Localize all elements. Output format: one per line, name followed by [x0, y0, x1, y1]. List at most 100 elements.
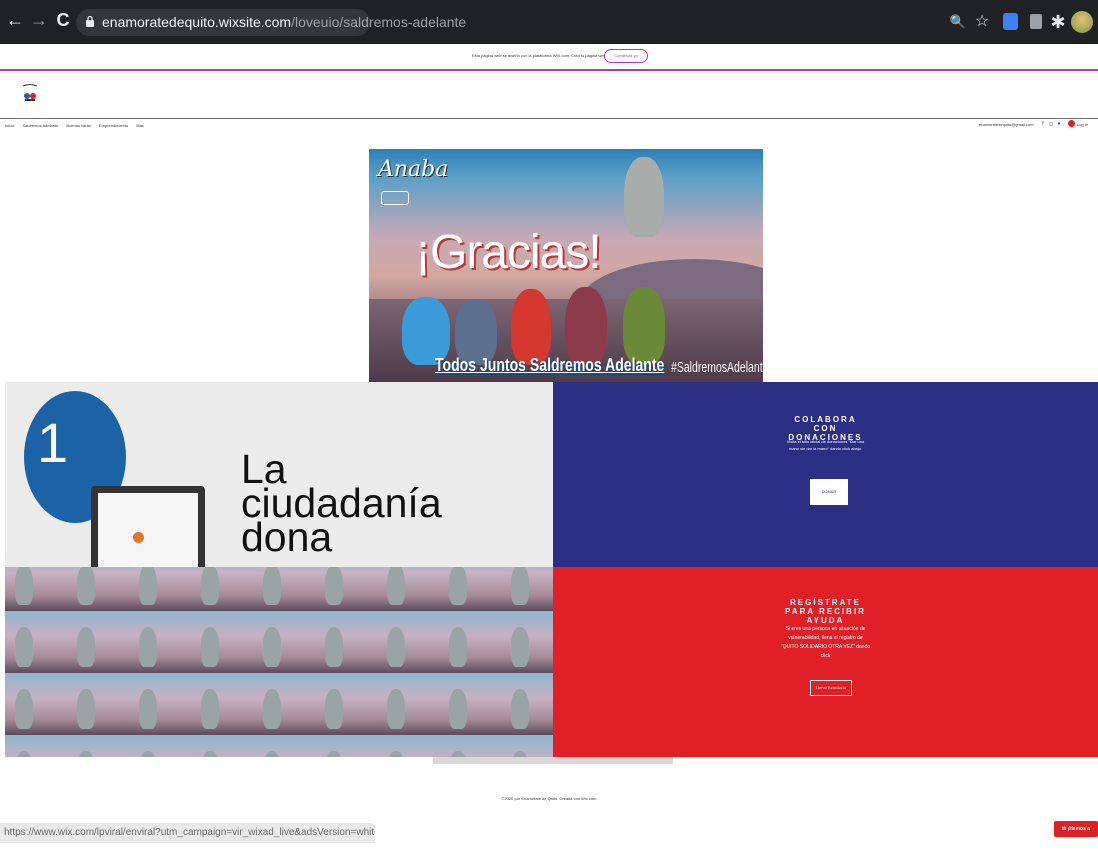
virgin-figure-icon — [201, 751, 219, 757]
virgin-figure-icon — [387, 627, 405, 667]
wix-banner-text: Esta página web se diseñó con la platafo… — [472, 53, 615, 58]
back-icon[interactable]: ← — [4, 9, 26, 31]
virgin-figure-icon — [15, 567, 33, 605]
site-footer: ©2020 por Enamórate de Quito. Creada con… — [501, 796, 597, 801]
pattern-tile — [367, 735, 429, 757]
virgin-mascot-figure — [624, 157, 664, 237]
menu-item-emprendimiento[interactable]: Emprendimiento — [99, 123, 128, 128]
pattern-tile — [181, 611, 243, 673]
virgin-figure-icon — [263, 567, 281, 605]
virgin-figure-icon — [325, 689, 343, 729]
virgin-figure-icon — [77, 751, 95, 757]
virgin-figure-icon — [15, 627, 33, 667]
virgin-figure-icon — [511, 689, 529, 729]
twitter-icon[interactable]: ♦ — [1056, 121, 1062, 127]
hero-slogan: Todos Juntos Saldremos Adelante — [435, 355, 665, 375]
virgin-figure-icon — [263, 689, 281, 729]
pattern-tile — [367, 567, 429, 611]
pattern-tile — [119, 567, 181, 611]
wix-start-button[interactable]: Comienza ya — [604, 49, 648, 63]
url-path: /loveuio/saldremos-adelante — [291, 14, 467, 30]
lock-icon — [86, 16, 94, 27]
browser-toolbar: ← → C enamoratedequito.wixsite.com/loveu… — [0, 0, 1098, 44]
chat-button[interactable]: ✉ ¡Hemos a chatear! — [1054, 821, 1098, 848]
url-domain: enamoratedequito.wixsite.com — [102, 14, 292, 30]
register-title: REGÍSTRATE PARA RECIBIR AYUDA — [785, 598, 866, 625]
pattern-tile — [181, 673, 243, 735]
virgin-figure-icon — [201, 627, 219, 667]
pattern-tile — [305, 735, 367, 757]
status-bar-url: https://www.wix.com/lpviral/enviral?utm_… — [0, 823, 375, 843]
mascot-military — [623, 287, 665, 365]
virgin-figure-icon — [77, 627, 95, 667]
main-menu: Inicio Saldremos Adelante Buenas Ideas E… — [5, 123, 151, 128]
pattern-tile — [57, 673, 119, 735]
virgin-figure-icon — [139, 689, 157, 729]
pattern-tile — [429, 567, 491, 611]
chat-label: ¡Hemos a chatear! — [1066, 826, 1091, 848]
pattern-tile — [57, 567, 119, 611]
instagram-icon[interactable]: ◻ — [1048, 121, 1054, 127]
virgin-figure-icon — [449, 627, 467, 667]
virgin-figure-icon — [511, 567, 529, 605]
pattern-tile — [119, 735, 181, 757]
virgin-figure-icon — [325, 627, 343, 667]
horizontal-scrollbar[interactable] — [433, 757, 673, 764]
virgin-figure-icon — [139, 627, 157, 667]
hero-banner: Anaba ¡Gracias! Todos Juntos Saldremos A… — [369, 149, 763, 382]
menu-item-mas[interactable]: Más — [136, 123, 144, 128]
forward-icon[interactable]: → — [28, 9, 50, 31]
extension-grey-icon[interactable] — [1030, 14, 1042, 29]
bookmark-star-icon[interactable]: ☆ — [972, 12, 992, 32]
pattern-tile — [305, 611, 367, 673]
hero-hashtag: #SaldremosAdelante — [671, 359, 763, 376]
address-bar[interactable]: enamoratedequito.wixsite.com/loveuio/sal… — [76, 9, 466, 36]
menu-item-saldremos-adelante[interactable]: Saldremos Adelante — [22, 123, 58, 128]
pattern-tile — [491, 735, 553, 757]
virgin-figure-icon — [325, 567, 343, 605]
menu-item-inicio[interactable]: Inicio — [5, 123, 14, 128]
pattern-tile — [429, 673, 491, 735]
mascot-firefighter — [511, 289, 551, 365]
citizens-donate-block: 1 La ciudadanía dona — [5, 382, 553, 567]
pattern-tile — [305, 673, 367, 735]
zoom-icon[interactable]: 🔍 — [948, 12, 968, 32]
pattern-tile — [5, 611, 57, 673]
step-number: 1 — [37, 411, 69, 474]
header-email[interactable]: enamoratedequito@gmail.com — [979, 122, 1034, 127]
citizens-donate-text: La ciudadanía dona — [241, 446, 442, 560]
user-dot-icon — [133, 532, 144, 543]
virgin-figure-icon — [201, 567, 219, 605]
menu-item-buenas-ideas[interactable]: Buenas Ideas — [66, 123, 90, 128]
pattern-tile — [243, 611, 305, 673]
virgin-figure-icon — [325, 751, 343, 757]
virgin-figure-icon — [139, 567, 157, 605]
facebook-icon[interactable]: f — [1040, 121, 1046, 127]
user-avatar-icon[interactable] — [1068, 120, 1075, 127]
pattern-tile — [57, 735, 119, 757]
register-description: Si eres una persona en situación de vuln… — [780, 626, 871, 659]
profile-avatar[interactable] — [1071, 11, 1093, 33]
virgin-figure-icon — [201, 689, 219, 729]
register-form-button[interactable]: Llenar formulario — [810, 680, 852, 696]
virgin-figure-icon — [77, 567, 95, 605]
hero-brand-badge — [381, 191, 409, 205]
pattern-tile — [119, 673, 181, 735]
site-logo[interactable] — [21, 83, 39, 103]
virgin-figure-icon — [449, 689, 467, 729]
donate-button[interactable]: DONAR — [810, 479, 848, 505]
virgin-figure-icon — [263, 751, 281, 757]
virgin-figure-icon — [15, 689, 33, 729]
virgin-figure-icon — [449, 567, 467, 605]
virgin-figure-icon — [77, 689, 95, 729]
donations-section: COLABORA CON DONACIONES Visita el sitio … — [553, 382, 1098, 567]
hero-title: ¡Gracias! — [415, 226, 602, 279]
pattern-tile — [181, 735, 243, 757]
pattern-tile — [367, 673, 429, 735]
pattern-tile — [5, 735, 57, 757]
login-link[interactable]: Log In — [1077, 122, 1088, 127]
extensions-puzzle-icon[interactable]: ✱ — [1048, 12, 1068, 32]
extension-blue-icon[interactable] — [1003, 13, 1018, 30]
reload-icon[interactable]: C — [52, 9, 74, 31]
virgin-figure-icon — [511, 627, 529, 667]
